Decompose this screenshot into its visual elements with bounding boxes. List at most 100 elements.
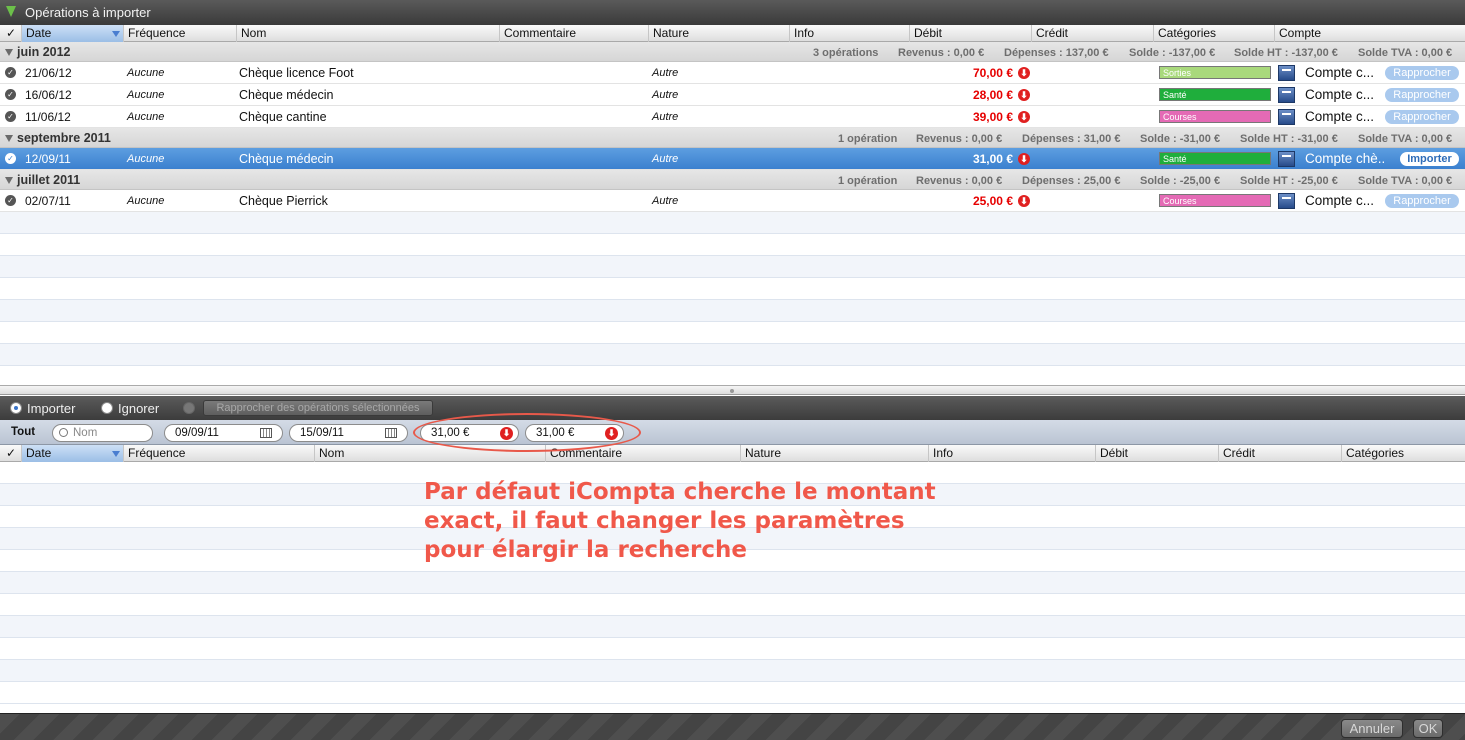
window-titlebar: Opérations à importer	[0, 0, 1465, 25]
col-frequence[interactable]: Fréquence	[123, 445, 314, 462]
sheet-footer: Annuler OK	[0, 713, 1465, 740]
calendar-icon[interactable]	[260, 428, 272, 438]
col-date[interactable]: Date	[21, 445, 123, 462]
check-icon[interactable]: ✓	[5, 67, 16, 78]
row-nom: Chèque cantine	[239, 110, 327, 124]
highlight-ellipse	[413, 413, 641, 452]
operation-row[interactable]: ✓ 21/06/12 Aucune Chèque licence Foot Autre 7…	[0, 62, 1465, 84]
category-tag[interactable]: Courses	[1159, 194, 1271, 207]
ignorer-radio[interactable]	[101, 402, 113, 414]
row-date: 11/06/12	[25, 110, 71, 124]
group-solde-ht: Solde HT : -25,00 €	[1240, 175, 1338, 187]
row-nom: Chèque licence Foot	[239, 66, 354, 80]
group-header-row[interactable]: juillet 2011 1 opération Revenus : 0,00 € D…	[0, 170, 1465, 190]
group-header-row[interactable]: septembre 2011 1 opération Revenus : 0,00 …	[0, 128, 1465, 148]
name-search-field[interactable]: Nom	[52, 424, 153, 442]
date-from-field[interactable]: 09/09/11	[164, 424, 283, 442]
row-compte: Compte c...	[1305, 193, 1375, 208]
row-action-button[interactable]: Rapprocher	[1385, 88, 1459, 102]
disclosure-triangle-icon[interactable]	[5, 135, 13, 142]
group-solde-tva: Solde TVA : 0,00 €	[1358, 175, 1453, 187]
col-nature[interactable]: Nature	[740, 445, 928, 462]
search-icon	[59, 428, 68, 437]
cancel-button[interactable]: Annuler	[1341, 719, 1403, 738]
row-frequence: Aucune	[127, 111, 165, 123]
group-revenus: Revenus : 0,00 €	[898, 47, 985, 59]
check-icon[interactable]: ✓	[5, 195, 16, 206]
debit-down-icon: ⬇	[1018, 67, 1030, 79]
row-debit: 31,00 €	[972, 152, 1013, 166]
empty-row	[0, 682, 1465, 704]
operation-row[interactable]: ✓ 11/06/12 Aucune Chèque cantine Autre 39,00 …	[0, 106, 1465, 128]
col-debit[interactable]: Débit	[1095, 445, 1218, 462]
rapprocher-selected-button[interactable]: Rapprocher des opérations sélectionnées	[203, 400, 433, 416]
empty-row	[0, 572, 1465, 594]
empty-row	[0, 256, 1465, 278]
row-date: 12/09/11	[25, 152, 71, 166]
bank-account-icon	[1278, 109, 1295, 125]
date-to-value: 15/09/11	[300, 427, 344, 439]
check-icon[interactable]: ✓	[5, 89, 16, 100]
row-action-button[interactable]: Rapprocher	[1385, 110, 1459, 124]
check-icon[interactable]: ✓	[5, 111, 16, 122]
importer-radio[interactable]	[10, 402, 22, 414]
col-frequence[interactable]: Fréquence	[123, 25, 236, 42]
col-nom[interactable]: Nom	[236, 25, 499, 42]
col-credit[interactable]: Crédit	[1031, 25, 1153, 42]
disclosure-triangle-icon[interactable]	[5, 177, 13, 184]
filter-all-button[interactable]: Tout	[11, 426, 35, 438]
col-compte[interactable]: Compte	[1274, 25, 1465, 42]
row-action-button[interactable]: Rapprocher	[1385, 66, 1459, 80]
operation-row[interactable]: ✓ 02/07/11 Aucune Chèque Pierrick Autre 25,00…	[0, 190, 1465, 212]
category-tag[interactable]: Santé	[1159, 152, 1271, 165]
row-debit: 28,00 €	[972, 88, 1013, 102]
row-debit: 25,00 €	[972, 194, 1013, 208]
col-credit[interactable]: Crédit	[1218, 445, 1341, 462]
row-action-button[interactable]: Importer	[1400, 152, 1459, 166]
col-date-label: Date	[26, 446, 52, 460]
split-view-divider[interactable]	[0, 385, 1465, 395]
search-filter-bar: Tout Nom 09/09/11 15/09/11 31,00 € ⬇ 31,…	[0, 420, 1465, 445]
col-check[interactable]: ✓	[0, 25, 21, 42]
empty-row	[0, 322, 1465, 344]
rapprocher-radio[interactable]	[183, 402, 195, 414]
operation-row[interactable]: ✓ 16/06/12 Aucune Chèque médecin Autre 28,00 …	[0, 84, 1465, 106]
group-solde-ht: Solde HT : -137,00 €	[1234, 47, 1338, 59]
group-count: 3 opérations	[813, 47, 879, 59]
group-count: 1 opération	[838, 133, 898, 145]
importer-radio-label[interactable]: Importer	[27, 401, 75, 416]
check-icon[interactable]: ✓	[5, 153, 16, 164]
category-tag[interactable]: Santé	[1159, 88, 1271, 101]
col-categories[interactable]: Catégories	[1153, 25, 1274, 42]
row-nature: Autre	[652, 67, 679, 79]
ignorer-radio-label[interactable]: Ignorer	[118, 401, 159, 416]
col-commentaire[interactable]: Commentaire	[499, 25, 648, 42]
date-to-field[interactable]: 15/09/11	[289, 424, 408, 442]
col-debit[interactable]: Débit	[909, 25, 1031, 42]
col-categories[interactable]: Catégories	[1341, 445, 1465, 462]
disclosure-triangle-icon[interactable]	[5, 49, 13, 56]
category-tag[interactable]: Sorties	[1159, 66, 1271, 79]
row-nom: Chèque médecin	[239, 88, 334, 102]
row-action-button[interactable]: Rapprocher	[1385, 194, 1459, 208]
category-tag[interactable]: Courses	[1159, 110, 1271, 123]
col-date[interactable]: Date	[21, 25, 123, 42]
group-solde: Solde : -31,00 €	[1140, 133, 1221, 145]
row-frequence: Aucune	[127, 89, 165, 101]
col-info[interactable]: Info	[789, 25, 909, 42]
col-info[interactable]: Info	[928, 445, 1095, 462]
group-solde: Solde : -137,00 €	[1129, 47, 1216, 59]
group-header-row[interactable]: juin 2012 3 opérations Revenus : 0,00 € Dép…	[0, 42, 1465, 62]
row-date: 16/06/12	[25, 88, 72, 102]
empty-row	[0, 616, 1465, 638]
row-nature: Autre	[652, 153, 679, 165]
col-nature[interactable]: Nature	[648, 25, 789, 42]
operation-row[interactable]: ✓ 12/09/11 Aucune Chèque médecin Autre 31,00 …	[0, 148, 1465, 170]
col-check[interactable]: ✓	[0, 445, 21, 462]
group-name: juillet 2011	[17, 173, 81, 187]
row-frequence: Aucune	[127, 67, 165, 79]
ok-button[interactable]: OK	[1413, 719, 1443, 738]
calendar-icon[interactable]	[385, 428, 397, 438]
debit-down-icon: ⬇	[1018, 195, 1030, 207]
group-solde: Solde : -25,00 €	[1140, 175, 1221, 187]
